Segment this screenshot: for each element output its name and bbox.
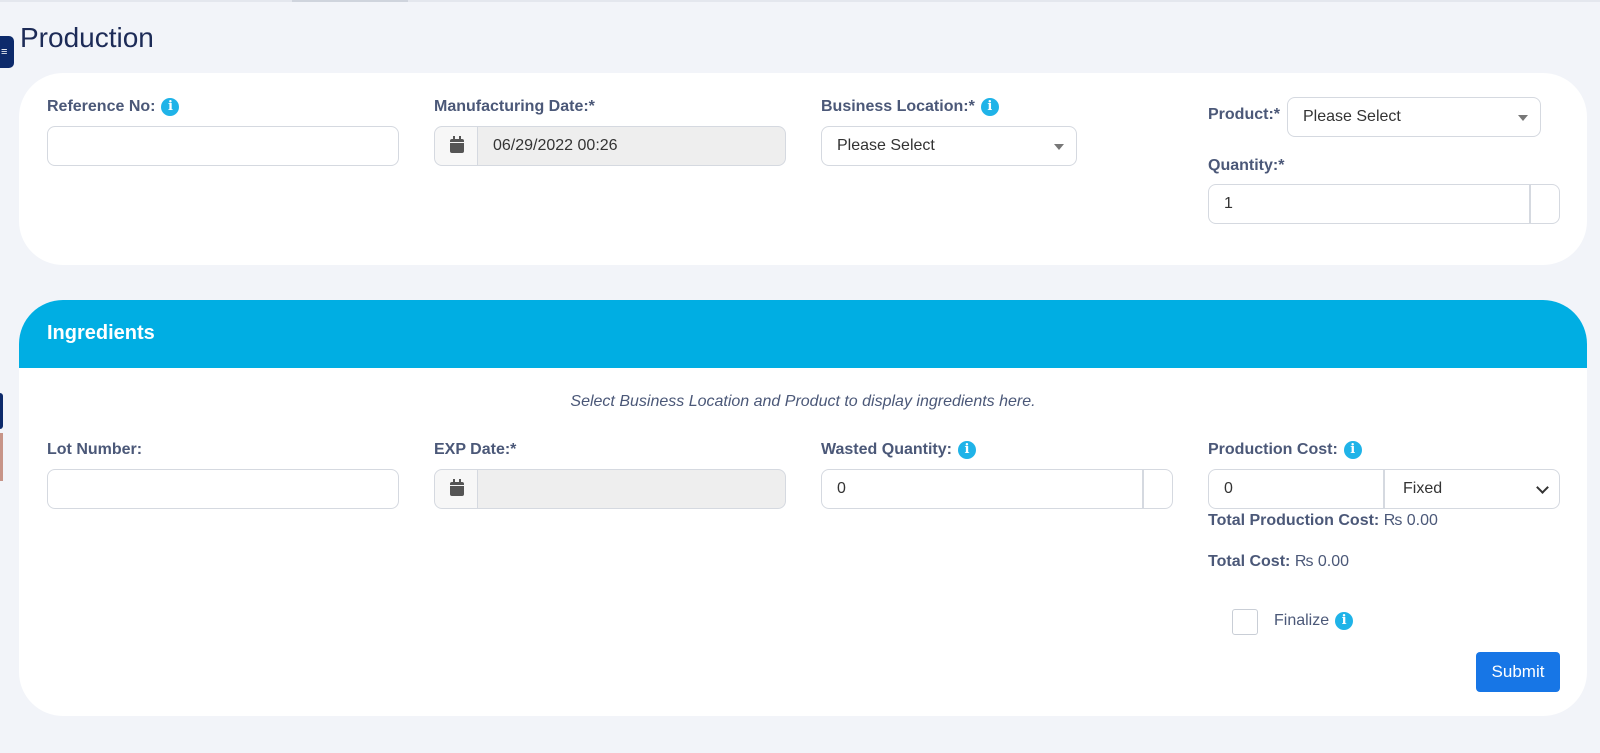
production-cost-type-select[interactable]: Fixed <box>1384 469 1560 509</box>
info-icon[interactable]: i <box>981 98 999 116</box>
quantity-label: Quantity:* <box>1208 157 1284 175</box>
manufacturing-date-label: Manufacturing Date:* <box>434 98 595 116</box>
product-value: Please Select <box>1303 108 1401 125</box>
manufacturing-date-input[interactable]: 06/29/2022 00:26 <box>477 126 786 166</box>
exp-date-input[interactable] <box>477 469 786 509</box>
lot-number-label: Lot Number: <box>47 441 142 459</box>
top-tab-hint <box>292 0 408 2</box>
wasted-quantity-label: Wasted Quantity:i <box>821 441 976 459</box>
product-label: Product:* <box>1208 106 1280 124</box>
exp-date-label: EXP Date:* <box>434 441 516 459</box>
total-cost: Total Cost: ₨ 0.00 <box>1208 553 1349 571</box>
finalize-checkbox[interactable] <box>1232 609 1258 635</box>
caret-down-icon <box>1054 144 1064 150</box>
wasted-quantity-unit-addon <box>1143 469 1173 509</box>
production-cost-type-value: Fixed <box>1403 480 1442 497</box>
product-select[interactable]: Please Select <box>1287 97 1541 137</box>
ingredients-header: Ingredients <box>19 300 1587 368</box>
info-icon[interactable]: i <box>958 441 976 459</box>
calendar-icon <box>450 482 464 496</box>
quantity-unit-addon <box>1530 184 1560 224</box>
page-title: Production <box>20 22 154 54</box>
calendar-button[interactable] <box>434 126 478 166</box>
production-cost-label: Production Cost:i <box>1208 441 1362 459</box>
info-icon[interactable]: i <box>161 98 179 116</box>
menu-icon: ≡ <box>1 46 7 58</box>
reference-no-label: Reference No:i <box>47 98 179 116</box>
business-location-label: Business Location:*i <box>821 98 999 116</box>
ingredients-hint: Select Business Location and Product to … <box>19 393 1587 411</box>
calendar-icon <box>450 139 464 153</box>
lot-number-input[interactable] <box>47 469 399 509</box>
sidebar-toggle-button[interactable]: ≡ <box>0 36 14 68</box>
caret-down-icon <box>1518 115 1528 121</box>
info-icon[interactable]: i <box>1344 441 1362 459</box>
business-location-select[interactable]: Please Select <box>821 126 1077 166</box>
wasted-quantity-input[interactable]: 0 <box>821 469 1143 509</box>
sidebar-edge-marker-secondary <box>0 433 3 481</box>
submit-button[interactable]: Submit <box>1476 652 1560 692</box>
info-icon[interactable]: i <box>1335 612 1353 630</box>
top-border <box>0 0 1600 2</box>
chevron-down-icon <box>1536 481 1549 494</box>
quantity-input[interactable]: 1 <box>1208 184 1530 224</box>
total-production-cost: Total Production Cost: ₨ 0.00 <box>1208 512 1438 530</box>
sidebar-edge-marker <box>0 393 3 429</box>
calendar-button[interactable] <box>434 469 478 509</box>
production-cost-input[interactable]: 0 <box>1208 469 1384 509</box>
finalize-label: Finalizei <box>1274 612 1353 630</box>
total-production-cost-value: ₨ 0.00 <box>1384 512 1438 529</box>
business-location-value: Please Select <box>837 137 935 154</box>
total-cost-value: ₨ 0.00 <box>1295 553 1349 570</box>
reference-no-input[interactable] <box>47 126 399 166</box>
ingredients-title: Ingredients <box>47 322 155 345</box>
